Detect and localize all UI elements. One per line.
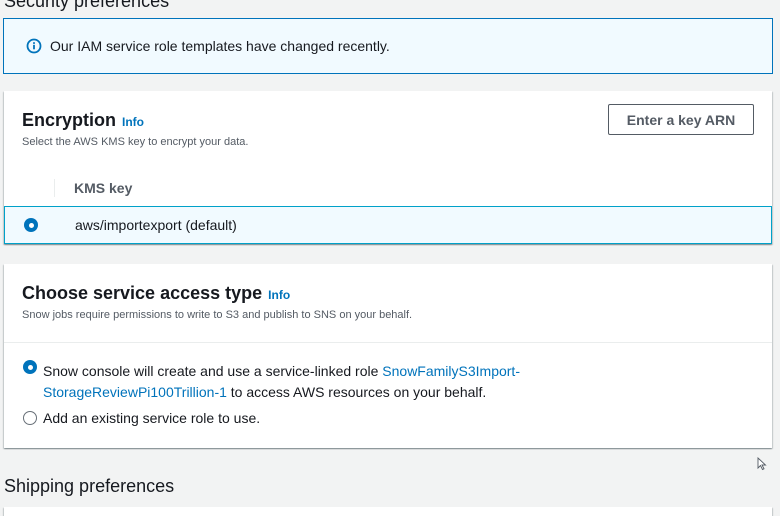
- shipping-panel: [4, 507, 772, 516]
- mouse-cursor-icon: [757, 457, 767, 471]
- existing-role-option-label[interactable]: Add an existing service role to use.: [43, 410, 260, 426]
- encryption-title: Encryption: [22, 110, 117, 130]
- encryption-description: Select the AWS KMS key to encrypt your d…: [22, 136, 249, 148]
- security-preferences-heading: Security preferences: [4, 0, 170, 11]
- kms-table-header: KMS key: [4, 171, 772, 205]
- info-icon: [26, 38, 42, 54]
- encryption-info-link[interactable]: Info: [122, 115, 144, 129]
- service-access-description: Snow jobs require permissions to write t…: [22, 309, 413, 321]
- kms-key-column-header[interactable]: KMS key: [74, 180, 132, 196]
- kms-key-value: aws/importexport (default): [75, 217, 237, 233]
- kms-key-radio[interactable]: [24, 218, 38, 232]
- service-access-panel: Choose service access type Info Snow jobs…: [4, 264, 772, 448]
- service-access-title: Choose service access type: [22, 283, 263, 303]
- service-access-info-link[interactable]: Info: [268, 288, 290, 302]
- service-linked-role-radio[interactable]: [23, 360, 37, 374]
- service-linked-role-option-label[interactable]: Snow console will create and use a servi…: [43, 361, 563, 403]
- option-text-after: to access AWS resources on your behalf.: [226, 384, 487, 400]
- flash-message: Our IAM service role templates have chan…: [50, 38, 390, 54]
- column-divider: [54, 179, 55, 197]
- encryption-panel: Encryption Info Select the AWS KMS key to…: [4, 91, 772, 244]
- table-row[interactable]: aws/importexport (default): [4, 206, 772, 244]
- option-text-before: Snow console will create and use a servi…: [43, 363, 383, 379]
- enter-key-arn-button[interactable]: Enter a key ARN: [608, 104, 754, 135]
- info-flash-banner: Our IAM service role templates have chan…: [3, 18, 773, 74]
- shipping-preferences-heading: Shipping preferences: [4, 476, 175, 496]
- existing-role-radio[interactable]: [23, 411, 37, 425]
- divider: [4, 342, 772, 343]
